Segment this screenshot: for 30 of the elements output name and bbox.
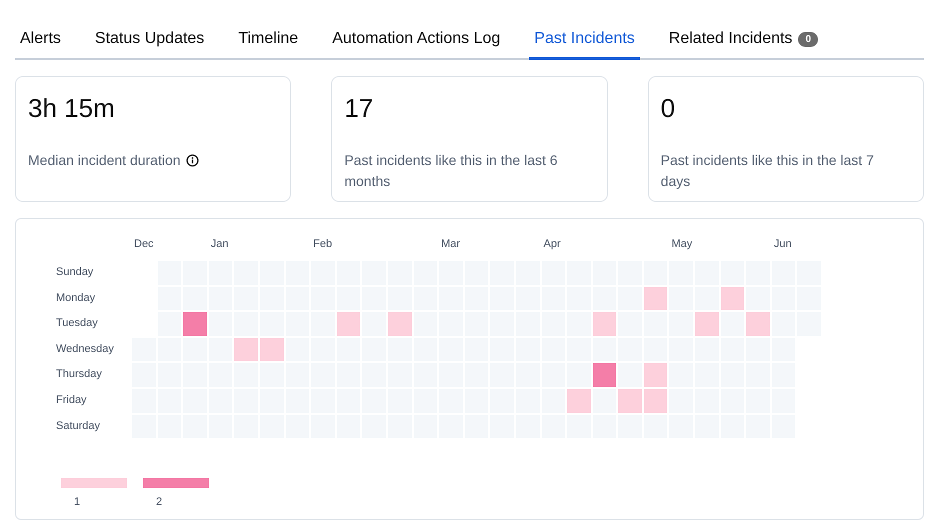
weekday-label: Friday [56, 392, 88, 408]
month-label: Apr [544, 238, 561, 250]
month-label: Dec [134, 238, 154, 250]
stat-value: 17 [344, 93, 374, 124]
tab[interactable]: Automation Actions Log [327, 24, 506, 60]
count-badge: 0 [798, 32, 818, 46]
month-label: Jun [774, 238, 792, 250]
tab[interactable]: Alerts [15, 24, 66, 60]
tab[interactable]: Past Incidents [529, 24, 640, 60]
stat-value: 3h 15m [28, 93, 116, 124]
weekday-label: Sunday [56, 265, 94, 280]
month-label: Feb [313, 238, 332, 250]
stat-label: Median incident duration [28, 151, 181, 170]
month-label: May [671, 238, 692, 250]
weekday-label: Tuesday [56, 316, 99, 332]
tab[interactable]: Timeline [233, 24, 304, 60]
weekday-label: Thursday [56, 367, 103, 382]
month-label: Jan [210, 238, 229, 250]
tab[interactable]: Status Updates [90, 24, 210, 60]
month-label: Mar [441, 238, 460, 250]
stat-label: Past incidents like this in the last 6 months [344, 151, 559, 191]
legend-label: 1 [74, 496, 80, 508]
stat-label: Past incidents like this in the last 7 days [660, 151, 875, 191]
tab[interactable]: Related Incidents 0 [664, 24, 823, 60]
weekday-label: Wednesday [56, 342, 115, 357]
legend-label: 2 [156, 496, 162, 508]
stat-value: 0 [660, 93, 676, 124]
info-icon[interactable] [186, 154, 199, 167]
weekday-label: Saturday [56, 418, 102, 434]
weekday-label: Monday [56, 290, 96, 306]
